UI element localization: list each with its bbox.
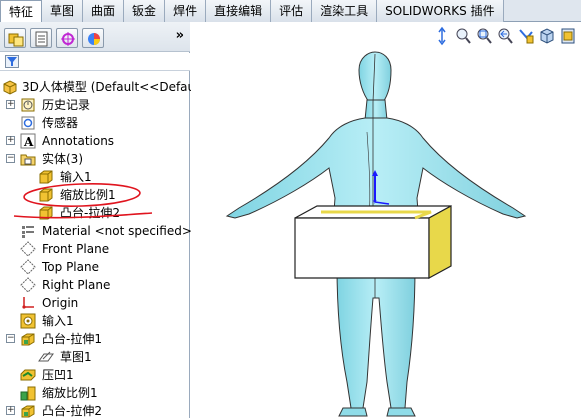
svg-text:A: A	[23, 135, 34, 149]
tree-item-right-plane[interactable]: Right Plane	[6, 276, 190, 294]
appearance-pie-icon	[88, 33, 100, 45]
tree-item-body-extrude2[interactable]: 凸台-拉伸2	[24, 204, 190, 222]
body-icon	[38, 205, 54, 221]
tab-features[interactable]: 特征	[0, 0, 43, 23]
configuration-manager-tab[interactable]	[56, 28, 78, 48]
annotations-icon: A	[20, 133, 36, 149]
graphics-viewport[interactable]: *	[191, 22, 581, 418]
tree-item-history[interactable]: + 历史记录	[6, 96, 190, 114]
expand-icon[interactable]: +	[6, 100, 15, 109]
tree-item-body-import1[interactable]: 输入1	[24, 168, 190, 186]
plane-icon	[20, 241, 36, 257]
more-tabs-button[interactable]: »	[176, 28, 184, 43]
feature-tree-icon	[8, 33, 24, 47]
tree-item-indent1[interactable]: 压凹1	[6, 366, 190, 384]
feature-manager-panel: » 3D人体模型 (Default<<Defau + 历史记录 传感器 + A …	[0, 22, 195, 418]
tree-item-import1-feature[interactable]: 输入1	[6, 312, 190, 330]
tab-surfaces[interactable]: 曲面	[83, 0, 125, 22]
expand-icon[interactable]: +	[6, 136, 15, 145]
extrude-icon	[20, 403, 36, 418]
feature-manager-tab[interactable]	[4, 28, 26, 48]
tab-weldments[interactable]: 焊件	[165, 0, 207, 22]
material-icon	[20, 223, 36, 239]
history-icon	[20, 97, 36, 113]
tab-render-tools[interactable]: 渲染工具	[312, 0, 378, 22]
tree-item-sensors[interactable]: 传感器	[6, 114, 190, 132]
origin-icon	[20, 295, 36, 311]
tree-item-material[interactable]: Material <not specified>	[6, 222, 192, 240]
tree-filter[interactable]	[0, 53, 190, 71]
tree-item-body-scale1[interactable]: 缩放比例1	[24, 186, 190, 204]
expand-icon[interactable]: +	[6, 406, 15, 415]
panel-toolbar: »	[0, 22, 190, 52]
command-manager-tabs: 特征 草图 曲面 钣金 焊件 直接编辑 评估 渲染工具 SOLIDWORKS 插…	[0, 0, 581, 23]
crosshair-icon	[61, 32, 75, 46]
tab-evaluate[interactable]: 评估	[271, 0, 313, 22]
tree-item-top-plane[interactable]: Top Plane	[6, 258, 190, 276]
solid-bodies-folder-icon	[20, 151, 36, 167]
tree-item-solid-bodies[interactable]: − 实体(3)	[6, 150, 190, 168]
tree-item-scale1[interactable]: 缩放比例1	[6, 384, 190, 402]
part-icon	[2, 79, 18, 95]
property-manager-tab[interactable]	[30, 28, 52, 48]
tab-sheet-metal[interactable]: 钣金	[124, 0, 166, 22]
display-manager-tab[interactable]	[82, 28, 104, 48]
body-icon	[38, 169, 54, 185]
tab-direct-editing[interactable]: 直接编辑	[206, 0, 272, 22]
tree-item-origin[interactable]: Origin	[6, 294, 190, 312]
indent-icon	[20, 367, 36, 383]
plane-icon	[20, 277, 36, 293]
sensor-icon	[20, 115, 36, 131]
tab-sketch[interactable]: 草图	[42, 0, 84, 22]
human-model-render: *	[225, 51, 527, 417]
filter-icon	[5, 55, 19, 68]
body-icon	[38, 187, 54, 203]
import-feature-icon	[20, 313, 36, 329]
tree-item-annotations[interactable]: + A Annotations	[6, 132, 190, 150]
collapse-icon[interactable]: −	[6, 154, 15, 163]
plane-icon	[20, 259, 36, 275]
property-list-icon	[35, 31, 48, 47]
tab-solidworks-addins[interactable]: SOLIDWORKS 插件	[377, 0, 504, 22]
tree-item-extrude1[interactable]: − 凸台-拉伸1	[6, 330, 190, 348]
scale-icon	[20, 385, 36, 401]
tree-item-front-plane[interactable]: Front Plane	[6, 240, 190, 258]
extrude-icon	[20, 331, 36, 347]
tree-root-part[interactable]: 3D人体模型 (Default<<Defau	[2, 78, 195, 96]
tree-item-sketch1[interactable]: 草图1	[24, 348, 190, 366]
collapse-icon[interactable]: −	[6, 334, 15, 343]
sketch-icon	[38, 349, 54, 365]
tree-item-extrude2[interactable]: + 凸台-拉伸2	[6, 402, 190, 418]
triad-origin-mark: *	[372, 198, 377, 209]
